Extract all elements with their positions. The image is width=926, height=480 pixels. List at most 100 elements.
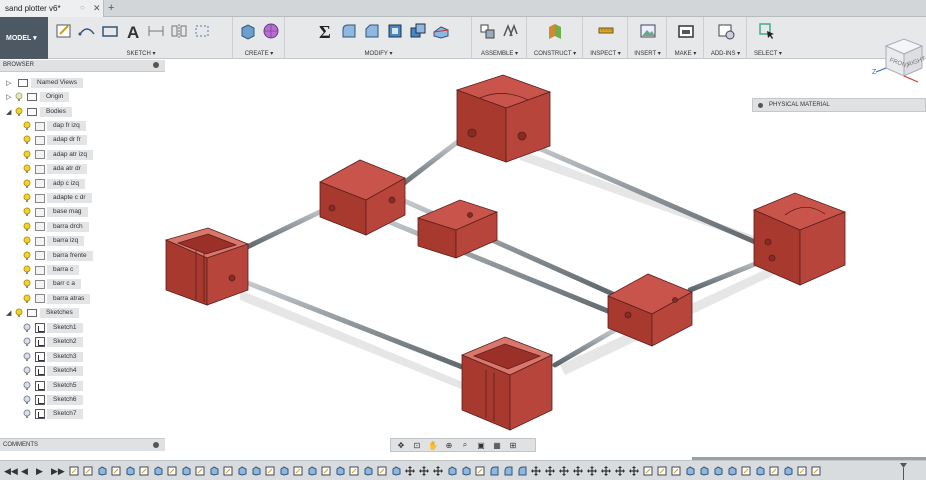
timeline-sketch-icon[interactable] bbox=[740, 465, 752, 476]
timeline-extrude-icon[interactable] bbox=[180, 465, 192, 476]
timeline-sketch-icon[interactable] bbox=[376, 465, 388, 476]
timeline-extrude-icon[interactable] bbox=[334, 465, 346, 476]
timeline-sketch-icon[interactable] bbox=[670, 465, 682, 476]
timeline-move-icon[interactable] bbox=[600, 465, 612, 476]
timeline-extrude-icon[interactable] bbox=[362, 465, 374, 476]
timeline-sketch-icon[interactable] bbox=[768, 465, 780, 476]
tree-node-sketches[interactable]: ◢ Sketches bbox=[6, 307, 79, 319]
tree-node-sketch[interactable]: Sketch7 bbox=[22, 408, 83, 420]
tree-node-body[interactable]: adap dr fr bbox=[22, 134, 87, 146]
timeline-move-icon[interactable] bbox=[558, 465, 570, 476]
timeline-last-button[interactable]: ▶▶ bbox=[51, 466, 65, 477]
body-adap-dr-fr[interactable] bbox=[460, 336, 554, 431]
fillet-icon[interactable] bbox=[339, 21, 359, 41]
timeline-prev-button[interactable]: ◀ bbox=[21, 466, 31, 477]
rod-barra-izq[interactable] bbox=[242, 204, 333, 251]
toolbar-group-label[interactable]: SELECT ▾ bbox=[748, 50, 788, 57]
timeline-extrude-icon[interactable] bbox=[698, 465, 710, 476]
timeline-sketch-icon[interactable] bbox=[222, 465, 234, 476]
toolbar-group-label[interactable]: CREATE ▾ bbox=[234, 50, 284, 57]
timeline-sketch-icon[interactable] bbox=[138, 465, 150, 476]
timeline-marker-icon[interactable] bbox=[900, 463, 907, 480]
tree-node-body[interactable]: barra c bbox=[22, 264, 80, 276]
3d-viewport[interactable] bbox=[164, 60, 926, 456]
select-arrow-icon[interactable] bbox=[757, 21, 777, 41]
timeline-sketch-icon[interactable] bbox=[642, 465, 654, 476]
timeline-extrude-icon[interactable] bbox=[152, 465, 164, 476]
visibility-bulb-icon[interactable] bbox=[22, 352, 32, 362]
timeline-extrude-icon[interactable] bbox=[712, 465, 724, 476]
visibility-bulb-icon[interactable] bbox=[22, 381, 32, 391]
body-adap-atr-izq[interactable] bbox=[455, 74, 552, 163]
timeline-move-icon[interactable] bbox=[586, 465, 598, 476]
split-icon[interactable] bbox=[431, 21, 451, 41]
tree-node-sketch[interactable]: Sketch4 bbox=[22, 365, 83, 377]
tree-node-body[interactable]: ada atr dr bbox=[22, 163, 87, 175]
combine-icon[interactable] bbox=[408, 21, 428, 41]
joint-icon[interactable] bbox=[500, 21, 520, 41]
timeline-move-icon[interactable] bbox=[614, 465, 626, 476]
panel-options-icon[interactable] bbox=[153, 442, 159, 448]
body-base-mag[interactable] bbox=[416, 199, 499, 259]
timeline-extrude-icon[interactable] bbox=[306, 465, 318, 476]
browser-panel-header[interactable]: BROWSER bbox=[0, 60, 165, 72]
visibility-bulb-icon[interactable] bbox=[22, 179, 32, 189]
toolbar-group-label[interactable]: MAKE ▾ bbox=[668, 50, 703, 57]
insert-image-icon[interactable] bbox=[638, 21, 658, 41]
collapse-arrow-icon[interactable]: ◢ bbox=[6, 309, 14, 317]
tree-node-sketch[interactable]: Sketch2 bbox=[22, 336, 83, 348]
timeline-sketch-icon[interactable] bbox=[82, 465, 94, 476]
timeline-extrude-icon[interactable] bbox=[236, 465, 248, 476]
tree-node-origin[interactable]: ▷ Origin bbox=[6, 91, 70, 103]
tree-node-body[interactable]: barra izq bbox=[22, 235, 85, 247]
tree-node-bodies[interactable]: ◢ Bodies bbox=[6, 106, 72, 118]
timeline-sketch-icon[interactable] bbox=[656, 465, 668, 476]
timeline-extrude-icon[interactable] bbox=[446, 465, 458, 476]
visibility-bulb-icon[interactable] bbox=[22, 121, 32, 131]
chamfer-icon[interactable] bbox=[362, 21, 382, 41]
workspace-switcher-button[interactable]: MODEL ▾ bbox=[0, 17, 48, 59]
dimension-icon[interactable] bbox=[146, 21, 166, 41]
expand-arrow-icon[interactable]: ▷ bbox=[6, 93, 14, 101]
visibility-bulb-icon[interactable] bbox=[22, 222, 32, 232]
body-ada-atr-dr[interactable] bbox=[752, 192, 847, 286]
toolbar-group-label[interactable]: ASSEMBLE ▾ bbox=[473, 50, 526, 57]
panel-options-icon[interactable] bbox=[153, 62, 159, 68]
toolbar-group-label[interactable]: INSERT ▾ bbox=[629, 50, 666, 57]
timeline-move-icon[interactable] bbox=[530, 465, 542, 476]
project-icon[interactable] bbox=[192, 21, 212, 41]
timeline-fillet-icon[interactable] bbox=[516, 465, 528, 476]
timeline-sketch-icon[interactable] bbox=[474, 465, 486, 476]
timeline-sketch-icon[interactable] bbox=[68, 465, 80, 476]
visibility-bulb-icon[interactable] bbox=[22, 323, 32, 333]
timeline-extrude-icon[interactable] bbox=[726, 465, 738, 476]
tree-node-body[interactable]: adap atr izq bbox=[22, 149, 93, 161]
body-adapte-c-dr[interactable] bbox=[607, 273, 693, 347]
tree-node-sketch[interactable]: Sketch1 bbox=[22, 322, 83, 334]
close-tab-icon[interactable]: ✕ bbox=[93, 3, 101, 14]
sum-icon[interactable]: Σ bbox=[316, 21, 336, 41]
tree-node-body[interactable]: barra drch bbox=[22, 221, 89, 233]
mirror-icon[interactable] bbox=[169, 21, 189, 41]
visibility-bulb-icon[interactable] bbox=[22, 366, 32, 376]
visibility-bulb-icon[interactable] bbox=[22, 150, 32, 160]
pan-icon[interactable]: ✋ bbox=[427, 441, 439, 450]
visibility-bulb-icon[interactable] bbox=[22, 337, 32, 347]
visibility-bulb-icon[interactable] bbox=[22, 409, 32, 419]
timeline-extrude-icon[interactable] bbox=[460, 465, 472, 476]
arc-icon[interactable] bbox=[77, 21, 97, 41]
document-tab[interactable]: sand plotter v6* ○ ✕ bbox=[0, 0, 104, 17]
toolbar-group-label[interactable]: MODIFY ▾ bbox=[286, 50, 471, 57]
tree-node-body[interactable]: base mag bbox=[22, 206, 88, 218]
timeline-play-button[interactable]: ▶ bbox=[36, 466, 46, 477]
collapse-arrow-icon[interactable]: ◢ bbox=[6, 108, 14, 116]
timeline-sketch-icon[interactable] bbox=[810, 465, 822, 476]
timeline-first-button[interactable]: ◀◀ bbox=[4, 466, 18, 477]
timeline-sketch-icon[interactable] bbox=[348, 465, 360, 476]
text-icon[interactable]: A bbox=[123, 21, 143, 41]
toolbar-group-label[interactable]: CONSTRUCT ▾ bbox=[528, 50, 582, 57]
zoom-window-icon[interactable]: ⌕ bbox=[459, 440, 471, 450]
rod-barra-atras[interactable] bbox=[517, 137, 765, 248]
visibility-bulb-icon[interactable] bbox=[22, 251, 32, 261]
timeline-move-icon[interactable] bbox=[418, 465, 430, 476]
